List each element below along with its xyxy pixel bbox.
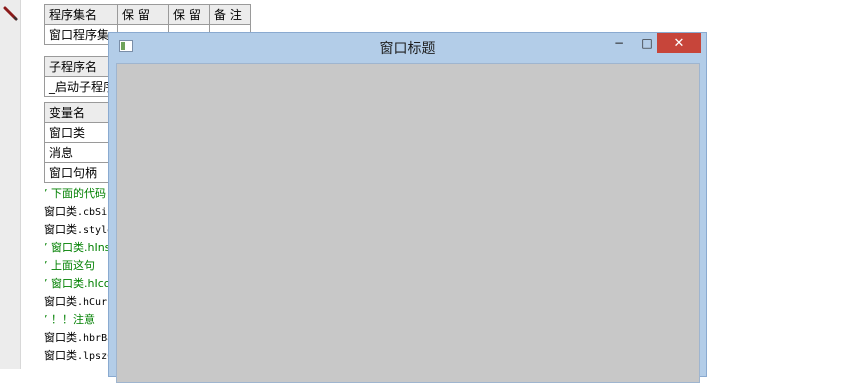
close-button[interactable]: ✕	[657, 33, 701, 53]
editor-gutter	[0, 0, 21, 369]
window-client-area[interactable]	[116, 63, 700, 383]
variable-declaration-table: 变量名 窗口类 消息 窗口句柄	[44, 102, 110, 183]
variable-name-cell[interactable]: 消息	[44, 142, 110, 163]
header-reserved-2: 保 留	[168, 4, 210, 25]
header-assembly-name: 程序集名	[44, 4, 118, 25]
form-window[interactable]: 窗口标题 − □ ✕	[108, 32, 707, 383]
variable-name-cell[interactable]: 窗口句柄	[44, 162, 110, 183]
header-remark: 备 注	[209, 4, 251, 25]
pencil-icon[interactable]	[3, 6, 19, 22]
assembly-name-cell[interactable]: 窗口程序集	[44, 24, 118, 45]
variable-name-cell[interactable]: 窗口类	[44, 122, 110, 143]
header-reserved-1: 保 留	[117, 4, 169, 25]
window-titlebar[interactable]: 窗口标题 − □ ✕	[109, 33, 706, 61]
header-variable-name: 变量名	[44, 102, 110, 123]
minimize-button[interactable]: −	[606, 33, 632, 53]
